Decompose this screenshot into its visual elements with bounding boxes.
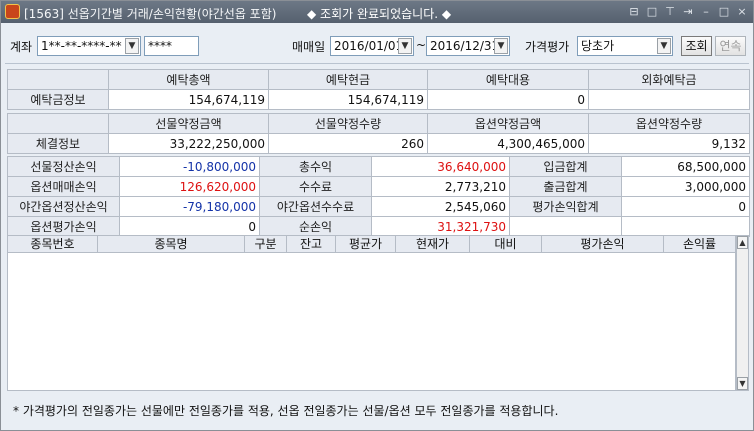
pnl-label: 출금합계 (509, 176, 622, 197)
contract-corner (7, 113, 109, 134)
scroll-down-icon[interactable]: ▼ (737, 377, 748, 390)
deposit-header: 예탁대용 (427, 69, 589, 90)
options-amount-value: 4,300,465,000 (427, 133, 589, 154)
pnl-value: 0 (621, 196, 750, 217)
maximize-icon[interactable]: □ (717, 4, 731, 19)
password-input[interactable]: **** (144, 36, 199, 56)
pnl-label: 옵션평가손익 (7, 216, 120, 237)
vertical-scrollbar[interactable]: ▲ ▼ (736, 235, 749, 391)
pnl-label: 옵션매매손익 (7, 176, 120, 197)
account-dropdown-icon[interactable]: ▼ (125, 38, 139, 54)
pnl-value: 126,620,000 (119, 176, 260, 197)
app-icon (5, 4, 20, 19)
options-qty-value: 9,132 (588, 133, 750, 154)
pnl-value: 3,000,000 (621, 176, 750, 197)
position-list[interactable] (7, 253, 736, 391)
window-icon[interactable]: □ (645, 4, 659, 19)
pnl-label: 순손익 (259, 216, 372, 237)
divider (5, 63, 749, 64)
pnl-label: 야간옵션정산손익 (7, 196, 120, 217)
date-from-calendar-icon[interactable]: ▼ (398, 38, 412, 54)
title-bar[interactable]: [1563] 선옵기간별 거래/손익현황(야간선옵 포함) ◆ 조회가 완료되었… (1, 1, 753, 23)
pnl-label: 평가손익합계 (509, 196, 622, 217)
pnl-value: -79,180,000 (119, 196, 260, 217)
contract-header: 선물약정수량 (268, 113, 428, 134)
deposit-table: 예탁총액 예탁현금 예탁대용 외화예탁금 예탁금정보 154,674,119 1… (7, 69, 750, 110)
contract-header: 옵션약정금액 (427, 113, 589, 134)
date-separator: ~ (416, 38, 427, 52)
continue-button[interactable]: 연속 (715, 36, 746, 56)
contract-header: 옵션약정수량 (588, 113, 750, 134)
deposit-row-label: 예탁금정보 (7, 89, 109, 110)
main-window: [1563] 선옵기간별 거래/손익현황(야간선옵 포함) ◆ 조회가 완료되었… (0, 0, 754, 431)
date-to-calendar-icon[interactable]: ▼ (494, 38, 508, 54)
column-header[interactable]: 종목번호 (8, 236, 98, 252)
status-message: ◆ 조회가 완료되었습니다. ◆ (307, 7, 452, 21)
pnl-value: 31,321,730 (371, 216, 510, 237)
deposit-header: 예탁총액 (108, 69, 269, 90)
pnl-empty-cell (509, 216, 622, 237)
deposit-header: 외화예탁금 (588, 69, 750, 90)
valuation-dropdown-icon[interactable]: ▼ (657, 38, 671, 54)
column-header[interactable]: 종목명 (98, 236, 245, 252)
futures-amount-value: 33,222,250,000 (108, 133, 269, 154)
pnl-value: 36,640,000 (371, 156, 510, 177)
footer-note: * 가격평가의 전일종가는 선물에만 전일종가를 적용, 선옵 전일종가는 선물… (13, 404, 559, 418)
pnl-value: 0 (119, 216, 260, 237)
deposit-corner (7, 69, 109, 90)
deposit-cash-value: 154,674,119 (268, 89, 428, 110)
minimize-icon[interactable]: – (699, 4, 713, 19)
pnl-empty-cell (621, 216, 750, 237)
scroll-up-icon[interactable]: ▲ (737, 236, 748, 249)
pnl-label: 선물정산손익 (7, 156, 120, 177)
column-header[interactable]: 손익률 (664, 236, 735, 252)
contract-row-label: 체결정보 (7, 133, 109, 154)
close-icon[interactable]: × (735, 4, 749, 19)
search-button[interactable]: 조회 (681, 36, 712, 56)
contract-table: 선물약정금액 선물약정수량 옵션약정금액 옵션약정수량 체결정보 33,222,… (7, 113, 750, 154)
column-header[interactable]: 잔고 (287, 236, 336, 252)
pnl-label: 수수료 (259, 176, 372, 197)
column-header[interactable]: 평균가 (336, 236, 396, 252)
pnl-value: 2,545,060 (371, 196, 510, 217)
deposit-fx-value (588, 89, 750, 110)
account-label: 계좌 (10, 40, 33, 54)
link-icon[interactable]: ⇥ (681, 4, 695, 19)
pnl-value: -10,800,000 (119, 156, 260, 177)
contract-header: 선물약정금액 (108, 113, 269, 134)
deposit-header: 예탁현금 (268, 69, 428, 90)
pin-top-icon[interactable]: ⊤ (663, 4, 677, 19)
pnl-table: 선물정산손익 -10,800,000 총수익 36,640,000 입금합계 6… (7, 156, 750, 237)
column-header[interactable]: 대비 (470, 236, 542, 252)
date-label: 매매일 (292, 40, 326, 54)
pnl-label: 야간옵션수수료 (259, 196, 372, 217)
pnl-value: 68,500,000 (621, 156, 750, 177)
pnl-label: 총수익 (259, 156, 372, 177)
deposit-total-value: 154,674,119 (108, 89, 269, 110)
tile-icon[interactable]: ⊟ (627, 4, 641, 19)
valuation-label: 가격평가 (525, 40, 570, 54)
pnl-label: 입금합계 (509, 156, 622, 177)
futures-qty-value: 260 (268, 133, 428, 154)
list-header: 종목번호 종목명 구분 잔고 평균가 현재가 대비 평가손익 손익률 (7, 235, 736, 253)
column-header[interactable]: 구분 (245, 236, 287, 252)
deposit-substitute-value: 0 (427, 89, 589, 110)
window-title: [1563] 선옵기간별 거래/손익현황(야간선옵 포함) (24, 7, 277, 21)
column-header[interactable]: 현재가 (396, 236, 470, 252)
column-header[interactable]: 평가손익 (542, 236, 664, 252)
query-bar: 계좌 1**-**-****-** ▼ **** 매매일 2016/01/01 … (1, 31, 753, 59)
pnl-value: 2,773,210 (371, 176, 510, 197)
